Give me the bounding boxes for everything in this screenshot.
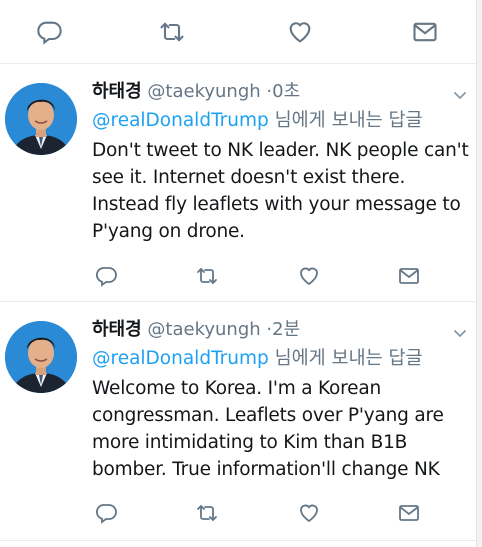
reply-icon[interactable] [94, 264, 118, 288]
replying-to-label: 님에게 보내는 답글 [274, 348, 423, 369]
tweet-header: 하태경 @taekyungh ·2분 [92, 318, 300, 342]
tweet-text-line: Instead fly leaflets with your message t… [92, 194, 461, 215]
display-name[interactable]: 하태경 [92, 319, 142, 340]
tweet-header: 하태경 @taekyungh ·0초 [92, 80, 300, 104]
tweet-text-line: Welcome to Korea. I'm a Korean [92, 378, 381, 399]
tweet-text: Don't tweet to NK leader. NK people can'… [92, 137, 472, 245]
tweet-text-line: bomber. True information'll change NK [92, 459, 440, 480]
tweet[interactable]: 하태경 @taekyungh ·2분 @realDonaldTrump 님에게 … [0, 302, 476, 541]
user-handle[interactable]: @taekyungh [147, 81, 260, 102]
direct-message-icon[interactable] [397, 501, 421, 525]
user-handle[interactable]: @taekyungh [147, 319, 260, 340]
mention-link[interactable]: @realDonaldTrump [92, 110, 269, 131]
tweet-text-line: congressman. Leaflets over P'yang are [92, 405, 444, 426]
timestamp[interactable]: 2분 [272, 319, 300, 340]
like-icon[interactable] [297, 264, 321, 288]
tweet-text-line: P'yang on drone. [92, 221, 245, 242]
previous-tweet-action-bar [0, 0, 476, 64]
timestamp[interactable]: 0초 [272, 81, 300, 102]
tweet-text: Welcome to Korea. I'm a Korean congressm… [92, 375, 472, 483]
retweet-icon[interactable] [158, 18, 186, 46]
direct-message-icon[interactable] [397, 264, 421, 288]
direct-message-icon[interactable] [411, 18, 439, 46]
like-icon[interactable] [297, 501, 321, 525]
display-name[interactable]: 하태경 [92, 81, 142, 102]
replying-to: @realDonaldTrump 님에게 보내는 답글 [92, 347, 423, 371]
retweet-icon[interactable] [195, 264, 219, 288]
replying-to: @realDonaldTrump 님에게 보내는 답글 [92, 109, 423, 133]
reply-icon[interactable] [94, 501, 118, 525]
chevron-down-icon[interactable] [450, 323, 470, 343]
chevron-down-icon[interactable] [450, 85, 470, 105]
mention-link[interactable]: @realDonaldTrump [92, 348, 269, 369]
retweet-icon[interactable] [195, 501, 219, 525]
tweet-text-line: more intimidating to Kim than B1B [92, 432, 408, 453]
scrollbar-track[interactable] [476, 0, 482, 547]
like-icon[interactable] [286, 18, 314, 46]
tweet-text-line: see it. Internet doesn't exist there. [92, 167, 406, 188]
tweet-text-line: Don't tweet to NK leader. NK people can'… [92, 140, 469, 161]
tweet[interactable]: 하태경 @taekyungh ·0초 @realDonaldTrump 님에게 … [0, 64, 476, 302]
replying-to-label: 님에게 보내는 답글 [274, 110, 423, 131]
reply-icon[interactable] [35, 18, 63, 46]
avatar[interactable] [5, 83, 77, 155]
avatar[interactable] [5, 321, 77, 393]
